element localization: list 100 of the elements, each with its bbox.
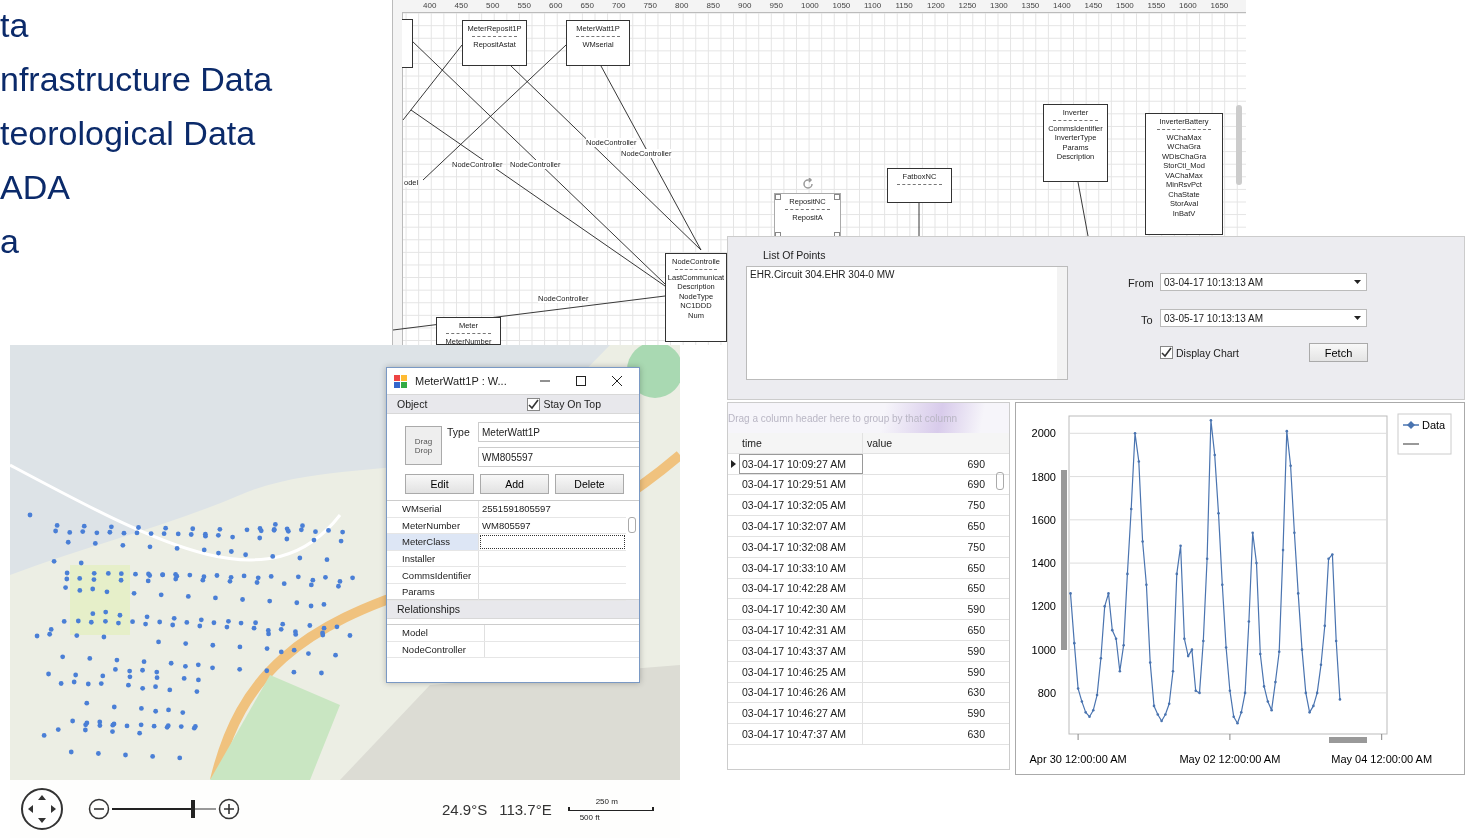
data-point xyxy=(1186,654,1190,658)
property-name[interactable]: MeterClass xyxy=(387,534,479,550)
scrollbar[interactable] xyxy=(1057,267,1067,379)
ruler-label: 1150 xyxy=(895,0,914,12)
maximize-icon[interactable] xyxy=(575,375,587,387)
table-cell-text: 650 xyxy=(966,560,986,576)
bullet-text: nfrastructure Data xyxy=(0,59,273,100)
data-point xyxy=(1296,592,1300,595)
rotate-icon[interactable] xyxy=(801,178,814,190)
ruler-label: 1000 xyxy=(801,0,820,12)
data-point xyxy=(1069,592,1072,595)
connector-line xyxy=(918,202,920,237)
pan-control-icon[interactable] xyxy=(20,787,64,831)
table-cell: 03-04-17 10:46:27 AM xyxy=(739,703,863,724)
points-list[interactable]: EHR.Circuit 304.EHR 304-0 MW xyxy=(746,266,1068,380)
bullet-text: a xyxy=(0,221,20,262)
table-cell-text: 750 xyxy=(966,498,986,514)
table-cell: 03-04-17 10:42:31 AM xyxy=(739,620,863,640)
table-cell: 03-04-17 10:43:37 AM xyxy=(739,640,863,661)
table-cell: 03-04-17 10:46:25 AM xyxy=(739,661,863,682)
action-button[interactable]: Delete xyxy=(555,474,624,494)
to-label: To xyxy=(1141,314,1153,326)
data-point xyxy=(1080,700,1084,703)
date-dropdown[interactable]: 03-04-17 10:13:13 AM xyxy=(1160,273,1367,291)
close-icon[interactable] xyxy=(611,375,623,387)
section-header: Relationships xyxy=(397,603,461,615)
drag-drop-button[interactable]: Drag Drop xyxy=(405,426,442,465)
input-field[interactable]: WM805597 xyxy=(478,447,639,467)
ruler-label: 1250 xyxy=(958,0,978,12)
table-cell-text: 590 xyxy=(966,664,986,680)
scrollbar[interactable] xyxy=(1236,105,1242,185)
ruler-label: 1200 xyxy=(927,0,946,12)
data-point xyxy=(1338,698,1342,701)
data-point xyxy=(1240,711,1243,714)
property-value[interactable]: WM805597 xyxy=(479,517,626,534)
table-cell: 03-04-17 10:33:10 AM xyxy=(739,557,863,578)
column-header[interactable]: time xyxy=(739,433,863,453)
table-cell-text: 750 xyxy=(966,539,986,555)
property-name[interactable]: Installer xyxy=(387,550,479,567)
property-name[interactable]: CommsIdentifier xyxy=(387,567,479,583)
input-field[interactable]: MeterWatt1P xyxy=(478,422,639,442)
data-point xyxy=(1255,561,1258,565)
table-cell: 03-04-17 10:29:51 AM xyxy=(739,474,863,495)
bullet-text: ta xyxy=(0,5,30,46)
property-name[interactable]: MeterNumber xyxy=(387,517,479,534)
action-button[interactable]: Edit xyxy=(405,474,474,494)
table-cell: 03-04-17 10:47:37 AM xyxy=(739,724,863,744)
data-point xyxy=(1224,646,1228,649)
data-point xyxy=(1122,644,1125,647)
data-point xyxy=(1209,419,1213,422)
fetch-button[interactable]: Fetch xyxy=(1309,343,1368,362)
data-point xyxy=(1270,708,1273,712)
list-item[interactable]: EHR.Circuit 304.EHR 304-0 MW xyxy=(750,269,895,280)
data-point xyxy=(1228,689,1232,693)
scrollbar[interactable] xyxy=(628,517,636,533)
table-cell: 03-04-17 10:32:05 AM xyxy=(739,495,863,516)
property-name[interactable]: NodeController xyxy=(387,641,485,658)
table-cell: 03-04-17 10:42:30 AM xyxy=(739,599,863,620)
data-point xyxy=(1095,693,1099,697)
checkbox[interactable] xyxy=(527,397,541,411)
scrollbar[interactable] xyxy=(1061,470,1067,650)
ruler-label: 1450 xyxy=(1084,0,1104,12)
table-cell: 03-04-17 10:09:27 AM xyxy=(739,453,863,474)
window-title: MeterWatt1P : W... xyxy=(415,375,508,387)
scrollbar[interactable] xyxy=(1329,737,1367,743)
date-dropdown[interactable]: 03-05-17 10:13:13 AM xyxy=(1160,309,1367,327)
data-point xyxy=(1129,507,1133,511)
data-point xyxy=(1236,721,1239,725)
data-point xyxy=(1114,637,1118,641)
zoom-in-icon[interactable] xyxy=(218,798,240,820)
ruler-label: 1400 xyxy=(1053,0,1072,12)
data-point xyxy=(1156,713,1160,716)
action-button[interactable]: Add xyxy=(480,474,549,494)
property-name[interactable]: Model xyxy=(387,625,485,641)
table-cell: 03-04-17 10:42:28 AM xyxy=(739,578,863,599)
data-point xyxy=(1217,512,1220,515)
table-cell-text: 650 xyxy=(966,623,986,639)
column-header[interactable]: value xyxy=(863,433,991,453)
ruler-label: 750 xyxy=(643,0,658,12)
ruler-label: 1050 xyxy=(832,0,852,12)
data-point xyxy=(1073,641,1076,645)
ruler-label: 1350 xyxy=(1021,0,1041,12)
data-point xyxy=(1110,628,1114,632)
property-value[interactable]: 2551591805597 xyxy=(479,501,626,517)
data-point xyxy=(1334,639,1338,643)
diagram-node[interactable] xyxy=(402,19,413,68)
data-point xyxy=(1232,715,1235,718)
property-name[interactable]: WMserial xyxy=(387,501,479,517)
data-point xyxy=(1103,605,1106,608)
legend-box xyxy=(1397,413,1452,455)
data-point xyxy=(1274,680,1277,684)
data-point xyxy=(1258,652,1262,656)
zoom-out-icon[interactable] xyxy=(88,798,110,820)
value-field[interactable] xyxy=(479,534,626,550)
checkbox[interactable] xyxy=(1160,346,1173,359)
data-point xyxy=(1213,453,1216,457)
data-point xyxy=(1160,719,1163,723)
checkbox-label: Display Chart xyxy=(1176,346,1240,359)
bullet-text: ADA xyxy=(0,167,71,208)
data-point xyxy=(1293,531,1296,535)
